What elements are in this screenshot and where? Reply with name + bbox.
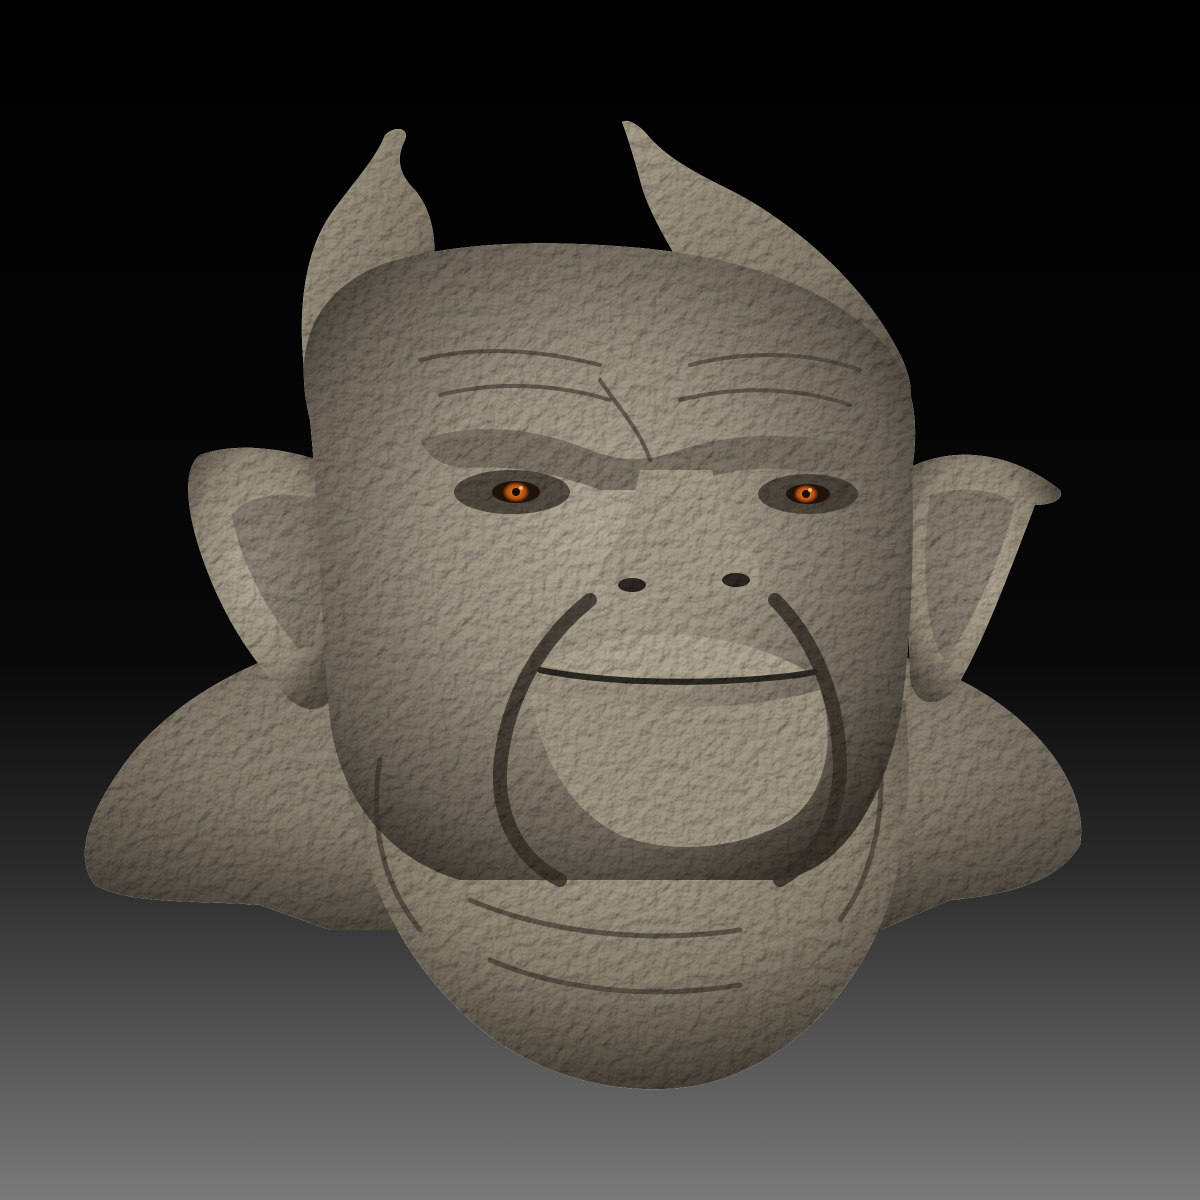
right-nostril	[722, 573, 750, 587]
left-nostril	[618, 578, 646, 592]
sculpt-render	[0, 0, 1200, 1200]
right-eye	[786, 484, 830, 504]
left-eye	[492, 481, 540, 503]
render-viewport	[0, 0, 1200, 1200]
